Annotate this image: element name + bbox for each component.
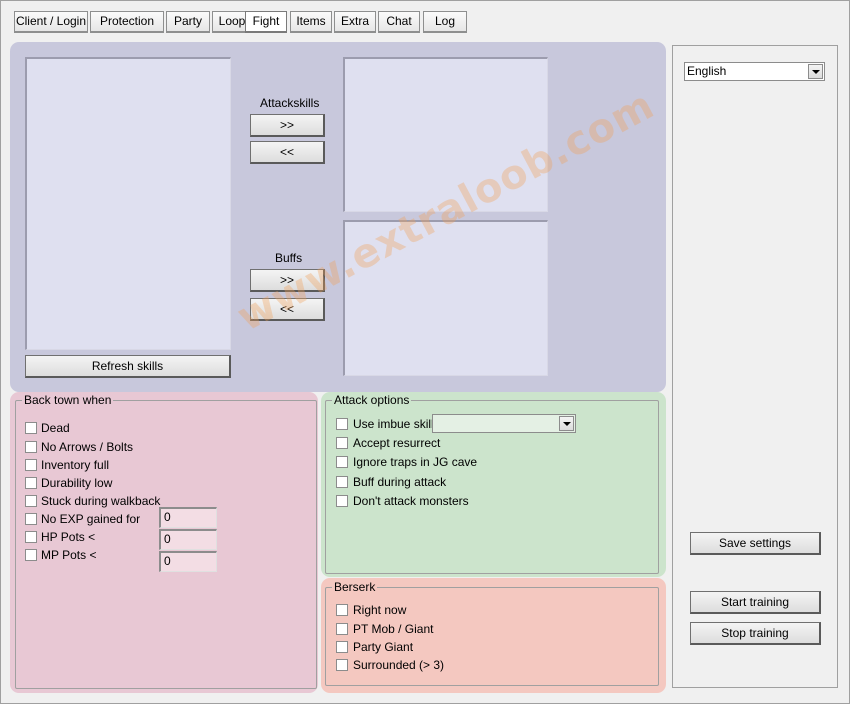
no-exp-checkbox[interactable] — [25, 513, 37, 525]
dont-attack-label: Don't attack monsters — [353, 494, 469, 508]
tab-fight[interactable]: Fight — [245, 11, 287, 33]
tab-protection[interactable]: Protection — [90, 11, 164, 33]
add-attackskill-button[interactable]: >> — [250, 114, 325, 137]
language-select[interactable]: English — [684, 62, 825, 81]
durability-low-label: Durability low — [41, 476, 113, 490]
skills-panel: Refresh skills Attackskills >> << Buffs … — [10, 42, 666, 392]
stuck-walkback-checkbox[interactable] — [25, 495, 37, 507]
use-imbue-label: Use imbue skill — [353, 417, 434, 431]
side-panel: English Save settings Start training Sto… — [672, 45, 838, 688]
language-value: English — [687, 64, 727, 78]
mp-pots-label: MP Pots < — [41, 548, 97, 562]
refresh-skills-button[interactable]: Refresh skills — [25, 355, 231, 378]
tab-client-login[interactable]: Client / Login — [14, 11, 88, 33]
no-arrows-checkbox[interactable] — [25, 441, 37, 453]
tab-items[interactable]: Items — [290, 11, 332, 33]
surrounded-label: Surrounded (> 3) — [353, 658, 445, 672]
ignore-traps-label: Ignore traps in JG cave — [353, 455, 478, 469]
party-giant-checkbox[interactable] — [336, 641, 348, 653]
berserk-panel: Berserk Right now PT Mob / Giant Party G… — [321, 578, 666, 693]
tab-party[interactable]: Party — [166, 11, 210, 33]
no-arrows-label: No Arrows / Bolts — [41, 440, 134, 454]
mp-pots-checkbox[interactable] — [25, 549, 37, 561]
hp-pots-input[interactable]: 0 — [159, 529, 217, 550]
ignore-traps-checkbox[interactable] — [336, 456, 348, 468]
party-giant-label: Party Giant — [353, 640, 414, 654]
stuck-walkback-label: Stuck during walkback — [41, 494, 161, 508]
inventory-full-checkbox[interactable] — [25, 459, 37, 471]
hp-pots-checkbox[interactable] — [25, 531, 37, 543]
right-now-label: Right now — [353, 603, 407, 617]
attack-options-title: Attack options — [332, 393, 412, 407]
back-town-title: Back town when — [22, 393, 114, 407]
pt-mob-giant-checkbox[interactable] — [336, 623, 348, 635]
save-settings-button[interactable]: Save settings — [690, 532, 821, 555]
accept-resurrect-checkbox[interactable] — [336, 437, 348, 449]
dead-checkbox[interactable] — [25, 422, 37, 434]
stop-training-button[interactable]: Stop training — [690, 622, 821, 645]
tab-extra[interactable]: Extra — [334, 11, 376, 33]
chevron-down-icon[interactable] — [559, 416, 574, 431]
dont-attack-checkbox[interactable] — [336, 495, 348, 507]
inventory-full-label: Inventory full — [41, 458, 110, 472]
no-exp-label: No EXP gained for — [41, 512, 141, 526]
buff-during-attack-checkbox[interactable] — [336, 476, 348, 488]
tab-log[interactable]: Log — [423, 11, 467, 33]
pt-mob-giant-label: PT Mob / Giant — [353, 622, 434, 636]
hp-pots-label: HP Pots < — [41, 530, 96, 544]
available-skills-list[interactable] — [25, 57, 231, 350]
right-now-checkbox[interactable] — [336, 604, 348, 616]
attackskills-label: Attackskills — [260, 96, 320, 110]
imbue-skill-select[interactable] — [432, 414, 576, 433]
use-imbue-checkbox[interactable] — [336, 418, 348, 430]
back-town-panel: Back town when Dead No Arrows / Bolts In… — [10, 392, 318, 693]
surrounded-checkbox[interactable] — [336, 659, 348, 671]
buff-during-attack-label: Buff during attack — [353, 475, 447, 489]
dead-label: Dead — [41, 421, 70, 435]
no-exp-input[interactable]: 0 — [159, 507, 217, 528]
start-training-button[interactable]: Start training — [690, 591, 821, 614]
accept-resurrect-label: Accept resurrect — [353, 436, 441, 450]
chevron-down-icon[interactable] — [808, 64, 823, 79]
attack-options-panel: Attack options Use imbue skill Accept re… — [321, 392, 666, 577]
durability-low-checkbox[interactable] — [25, 477, 37, 489]
mp-pots-input[interactable]: 0 — [159, 551, 217, 572]
berserk-title: Berserk — [332, 580, 378, 594]
tab-chat[interactable]: Chat — [378, 11, 420, 33]
remove-attackskill-button[interactable]: << — [250, 141, 325, 164]
